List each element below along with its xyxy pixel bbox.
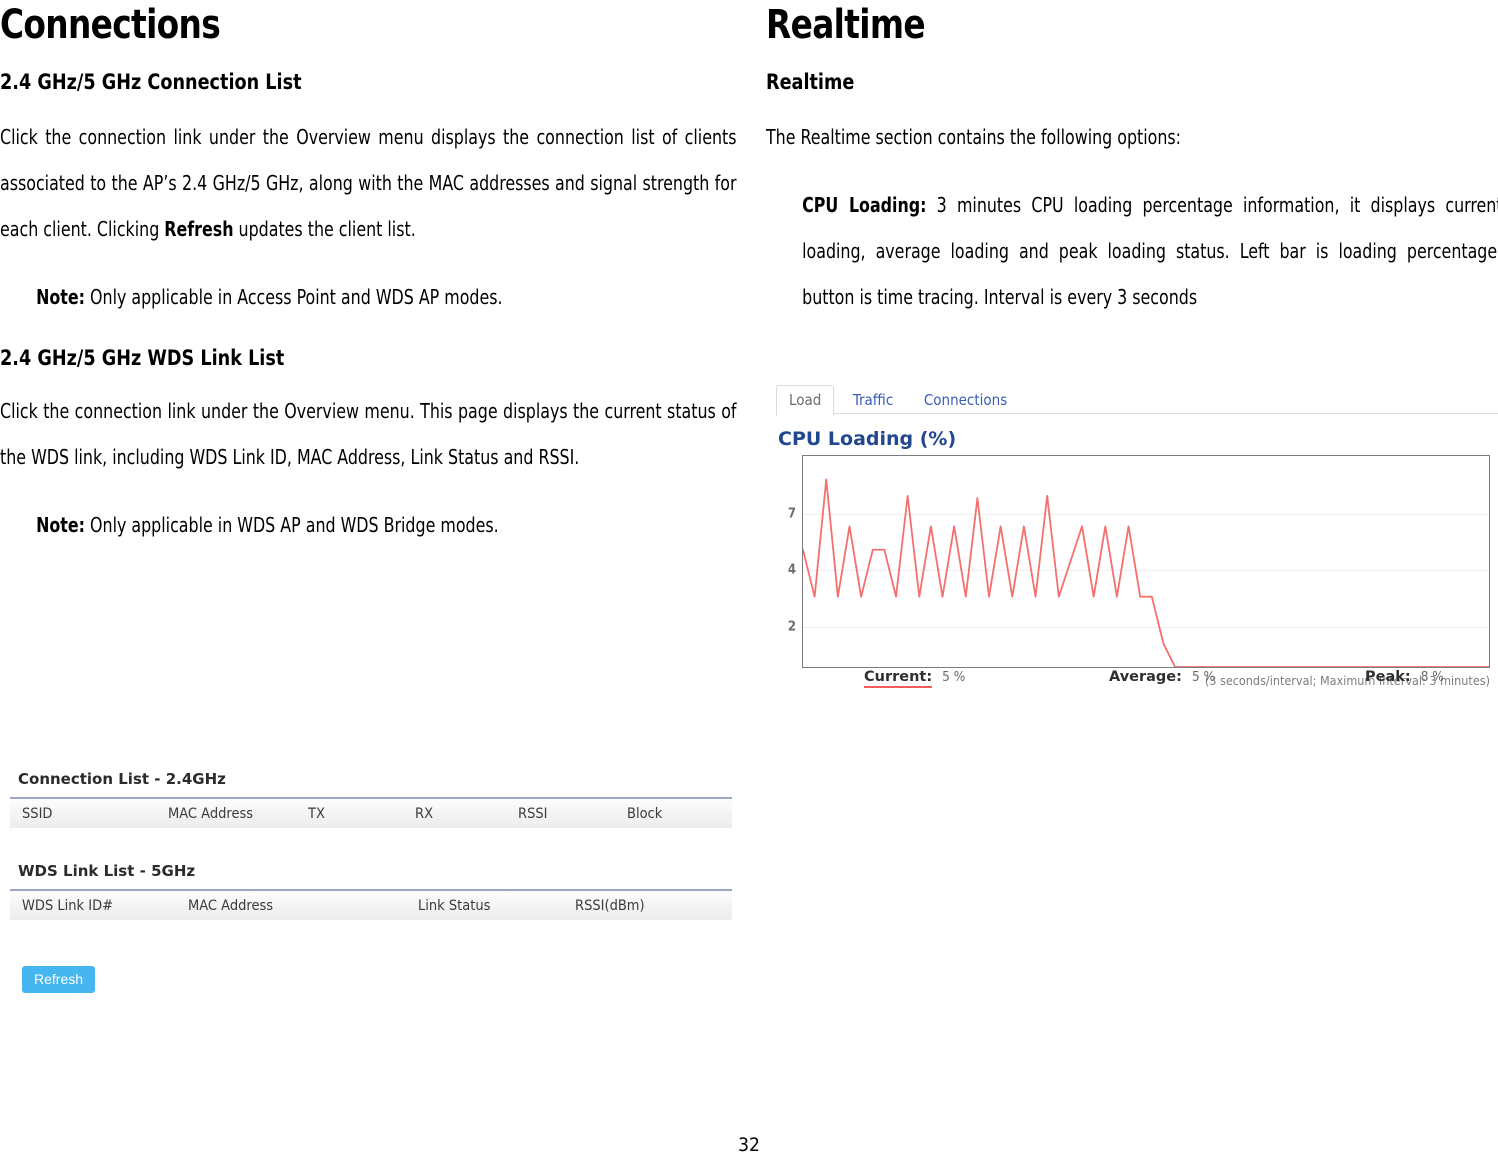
stat-current-value: 5 % [942, 669, 966, 685]
cpu-loading-screenshot: Load Traffic Connections CPU Loading (%)… [766, 384, 1498, 734]
tab-load[interactable]: Load [776, 385, 835, 416]
paragraph-realtime-intro: The Realtime section contains the follow… [766, 125, 1182, 149]
ytick-label-2: 2 [787, 619, 796, 635]
page-title-realtime: Realtime [766, 2, 926, 48]
connection-list-table-header: SSID MAC Address TX RX RSSI Block [10, 797, 732, 828]
page-number: 32 [738, 1134, 760, 1156]
note-wds-link-list: Note: Only applicable in WDS AP and WDS … [0, 502, 736, 548]
wds-link-list-title: WDS Link List - 5GHz [18, 862, 196, 880]
column-rx: RX [415, 806, 433, 822]
chart-summary-stats: Current: 5 % Average: 5 % Peak: 8 % [802, 666, 1490, 692]
paragraph-text-b: updates the client list. [233, 217, 416, 241]
column-ssid: SSID [22, 806, 53, 822]
note-label-wds: Note: [36, 513, 85, 537]
column-wds-mac: MAC Address [188, 898, 274, 914]
wds-link-list-table-header: WDS Link ID# MAC Address Link Status RSS… [10, 889, 732, 920]
page-title-connections: Connections [0, 2, 221, 48]
document-page: Connections 2.4 GHz/5 GHz Connection Lis… [0, 0, 1498, 1172]
tab-traffic[interactable]: Traffic [841, 386, 905, 415]
paragraph-bold-refresh: Refresh [164, 217, 234, 241]
column-wds-link-id: WDS Link ID# [22, 898, 114, 914]
chart-plot-area: 7 4 2 (3 seconds/interval; Maximum Inter… [788, 455, 1490, 688]
note-label: Note: [36, 285, 85, 309]
heading-realtime: Realtime [766, 70, 855, 94]
tab-connections[interactable]: Connections [912, 386, 1019, 415]
connections-screenshot: Connection List - 2.4GHz SSID MAC Addres… [10, 770, 732, 1010]
stat-peak-value: 8 % [1420, 669, 1444, 685]
option-cpu-loading: CPU Loading: 3 minutes CPU loading perce… [766, 182, 1498, 320]
stat-average-value: 5 % [1191, 669, 1216, 685]
stat-average-label: Average: [1109, 669, 1182, 685]
stat-peak: Peak: 8 % [1365, 666, 1444, 685]
paragraph-connection-list: Click the connection link under the Over… [0, 114, 736, 252]
stat-average: Average: 5 % [1109, 666, 1215, 685]
column-tx: TX [308, 806, 325, 822]
cpu-loading-line-series [803, 478, 1489, 667]
column-block: Block [627, 806, 663, 822]
chart-tab-bar: Load Traffic Connections [776, 384, 1498, 416]
chart-title: CPU Loading (%) [778, 428, 957, 450]
column-rssi: RSSI [518, 806, 548, 822]
note-connection-list: Note: Only applicable in Access Point an… [0, 274, 736, 320]
refresh-button[interactable]: Refresh [22, 966, 96, 993]
right-column: Realtime Realtime The Realtime section c… [766, 0, 1498, 346]
note-text: Only applicable in Access Point and WDS … [84, 285, 503, 309]
column-mac-address: MAC Address [168, 806, 254, 822]
note-text-wds: Only applicable in WDS AP and WDS Bridge… [84, 513, 499, 537]
ytick-label-7: 7 [787, 506, 796, 522]
stat-peak-label: Peak: [1365, 669, 1411, 685]
stat-current-label: Current: [864, 669, 933, 688]
left-column: Connections 2.4 GHz/5 GHz Connection Lis… [0, 0, 737, 574]
ytick-label-4: 4 [787, 562, 796, 578]
column-link-status: Link Status [418, 898, 491, 914]
connection-list-title: Connection List - 2.4GHz [18, 770, 226, 788]
stat-current: Current: 5 % [864, 666, 966, 688]
column-rssi-dbm: RSSI(dBm) [575, 898, 645, 914]
paragraph-wds-link-list: Click the connection link under the Over… [0, 399, 737, 469]
heading-connection-list: 2.4 GHz/5 GHz Connection List [0, 70, 302, 94]
heading-wds-link-list: 2.4 GHz/5 GHz WDS Link List [0, 346, 285, 370]
option-label-cpu-loading: CPU Loading: [802, 193, 927, 217]
